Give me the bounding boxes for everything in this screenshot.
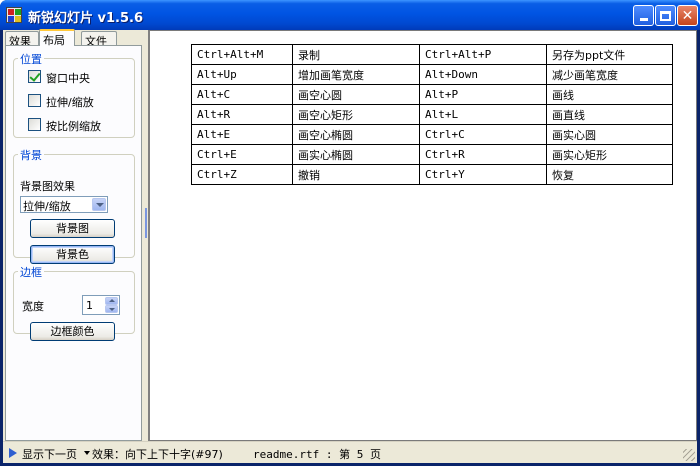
minimize-icon <box>639 18 648 21</box>
tab-effects[interactable]: 效果 <box>5 31 39 48</box>
stretch-scale-label[interactable]: 拉伸/缩放 <box>46 94 94 110</box>
shortcut-key-cell: Ctrl+Alt+P <box>419 44 547 65</box>
splitter-grip[interactable] <box>145 208 147 238</box>
shortcut-action-cell: 画空心椭圆 <box>292 124 420 145</box>
settings-panel: 效果 布局 文件 位置 窗口中央 拉伸/缩放 按比例缩放 背景 背景图效果 拉伸… <box>3 29 144 441</box>
shortcut-key-cell: Alt+C <box>191 84 293 105</box>
title-bar[interactable]: 新锐幻灯片 v1.5.6 ✕ <box>0 0 700 30</box>
spin-up-icon[interactable] <box>105 297 118 305</box>
shortcut-action-cell: 画实心椭圆 <box>292 144 420 165</box>
background-image-button[interactable]: 背景图 <box>30 219 115 238</box>
window-title: 新锐幻灯片 v1.5.6 <box>28 11 144 26</box>
table-row: Ctrl+Alt+M 录制 Ctrl+Alt+P 另存为ppt文件 <box>191 44 673 65</box>
shortcut-key-cell: Alt+Up <box>191 64 293 85</box>
maximize-button[interactable] <box>655 5 676 26</box>
tab-file[interactable]: 文件 <box>81 31 117 48</box>
dropdown-arrow-icon[interactable] <box>84 451 90 455</box>
app-icon[interactable] <box>6 7 22 23</box>
shortcut-key-cell: Ctrl+Alt+M <box>191 44 293 65</box>
center-window-checkbox[interactable] <box>28 70 41 83</box>
shortcut-action-cell: 撤销 <box>292 164 420 185</box>
shortcut-action-cell: 另存为ppt文件 <box>546 44 673 65</box>
position-group-title: 位置 <box>18 51 44 67</box>
close-icon: ✕ <box>681 7 694 24</box>
shortcut-action-cell: 画实心矩形 <box>546 144 673 165</box>
shortcut-action-cell: 画空心矩形 <box>292 104 420 125</box>
shortcut-action-cell: 画直线 <box>546 104 673 125</box>
document-view[interactable]: Ctrl+Alt+M 录制 Ctrl+Alt+P 另存为ppt文件 Alt+Up 增加画笔… <box>148 30 697 441</box>
background-effect-label: 背景图效果 <box>20 180 75 193</box>
shortcut-key-cell: Alt+E <box>191 124 293 145</box>
shortcut-key-cell: Ctrl+C <box>419 124 547 145</box>
shortcut-action-cell: 恢复 <box>546 164 673 185</box>
shortcut-key-cell: Ctrl+E <box>191 144 293 165</box>
close-button[interactable]: ✕ <box>677 5 698 26</box>
background-effect-value: 拉伸/缩放 <box>23 200 71 213</box>
shortcut-key-cell: Alt+R <box>191 104 293 125</box>
shortcut-action-cell: 增加画笔宽度 <box>292 64 420 85</box>
border-group-title: 边框 <box>18 264 44 280</box>
shortcut-key-cell: Alt+L <box>419 104 547 125</box>
stretch-scale-checkbox[interactable] <box>28 94 41 107</box>
center-window-label[interactable]: 窗口中央 <box>46 70 90 86</box>
show-next-page-button[interactable]: 显示下一页 <box>22 446 77 462</box>
proportional-scale-label[interactable]: 按比例缩放 <box>46 118 101 134</box>
border-width-stepper[interactable]: 1 <box>82 295 120 315</box>
shortcut-action-cell: 减少画笔宽度 <box>546 64 673 85</box>
table-row: Alt+Up 增加画笔宽度 Alt+Down 减少画笔宽度 <box>191 64 673 85</box>
shortcut-action-cell: 画实心圆 <box>546 124 673 145</box>
table-row: Alt+E 画空心椭圆 Ctrl+C 画实心圆 <box>191 124 673 145</box>
status-file-page: readme.rtf : 第 5 页 <box>253 448 381 461</box>
background-color-button[interactable]: 背景色 <box>30 245 115 264</box>
table-row: Alt+R 画空心矩形 Alt+L 画直线 <box>191 104 673 125</box>
shortcut-key-cell: Ctrl+Y <box>419 164 547 185</box>
status-bar: 显示下一页 效果：向下上下十字(#97) readme.rtf : 第 5 页 <box>3 441 697 463</box>
shortcut-action-cell: 画空心圆 <box>292 84 420 105</box>
proportional-scale-checkbox[interactable] <box>28 118 41 131</box>
shortcut-key-cell: Ctrl+Z <box>191 164 293 185</box>
shortcut-action-cell: 录制 <box>292 44 420 65</box>
minimize-button[interactable] <box>633 5 654 26</box>
shortcut-key-cell: Alt+P <box>419 84 547 105</box>
border-width-label: 宽度 <box>22 300 44 313</box>
layout-tab-pane: 位置 窗口中央 拉伸/缩放 按比例缩放 背景 背景图效果 拉伸/缩放 背景图 背… <box>5 45 142 441</box>
border-width-value[interactable]: 1 <box>86 299 93 312</box>
app-window: 新锐幻灯片 v1.5.6 ✕ 效果 布局 文件 位置 窗口中央 拉伸/缩放 按比… <box>0 0 700 466</box>
status-effect: 效果：向下上下十字(#97) <box>92 448 223 461</box>
table-row: Alt+C 画空心圆 Alt+P 画线 <box>191 84 673 105</box>
resize-grip-icon[interactable] <box>683 449 695 461</box>
background-effect-select[interactable]: 拉伸/缩放 <box>20 196 108 213</box>
table-row: Ctrl+E 画实心椭圆 Ctrl+R 画实心矩形 <box>191 144 673 165</box>
table-row: Ctrl+Z 撤销 Ctrl+Y 恢复 <box>191 164 673 185</box>
shortcut-key-cell: Alt+Down <box>419 64 547 85</box>
play-icon[interactable] <box>9 448 17 458</box>
tab-layout[interactable]: 布局 <box>39 29 75 47</box>
shortcut-key-cell: Ctrl+R <box>419 144 547 165</box>
chevron-down-icon[interactable] <box>92 198 106 211</box>
shortcut-action-cell: 画线 <box>546 84 673 105</box>
background-group-title: 背景 <box>18 147 44 163</box>
shortcut-table: Ctrl+Alt+M 录制 Ctrl+Alt+P 另存为ppt文件 Alt+Up 增加画笔… <box>191 44 673 185</box>
client-area: 效果 布局 文件 位置 窗口中央 拉伸/缩放 按比例缩放 背景 背景图效果 拉伸… <box>3 29 697 463</box>
maximize-icon <box>660 10 671 21</box>
spin-down-icon[interactable] <box>105 305 118 313</box>
border-color-button[interactable]: 边框颜色 <box>30 322 115 341</box>
